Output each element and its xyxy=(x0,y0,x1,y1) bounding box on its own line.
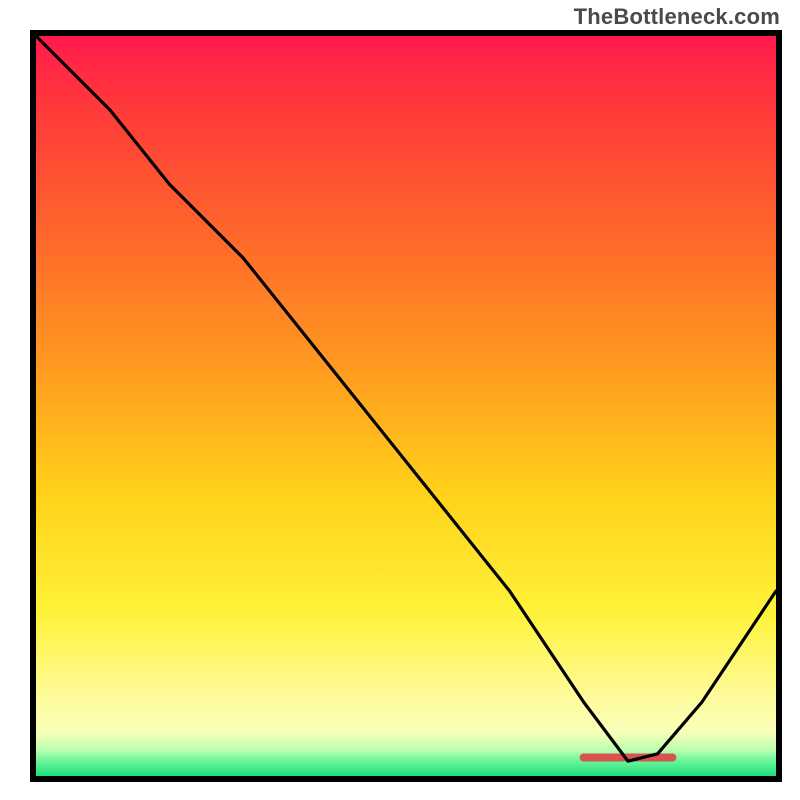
plot-frame xyxy=(30,30,782,782)
bottleneck-curve xyxy=(36,36,776,761)
watermark-text: TheBottleneck.com xyxy=(574,4,780,30)
chart-stage: TheBottleneck.com xyxy=(0,0,800,800)
chart-svg xyxy=(36,36,776,776)
